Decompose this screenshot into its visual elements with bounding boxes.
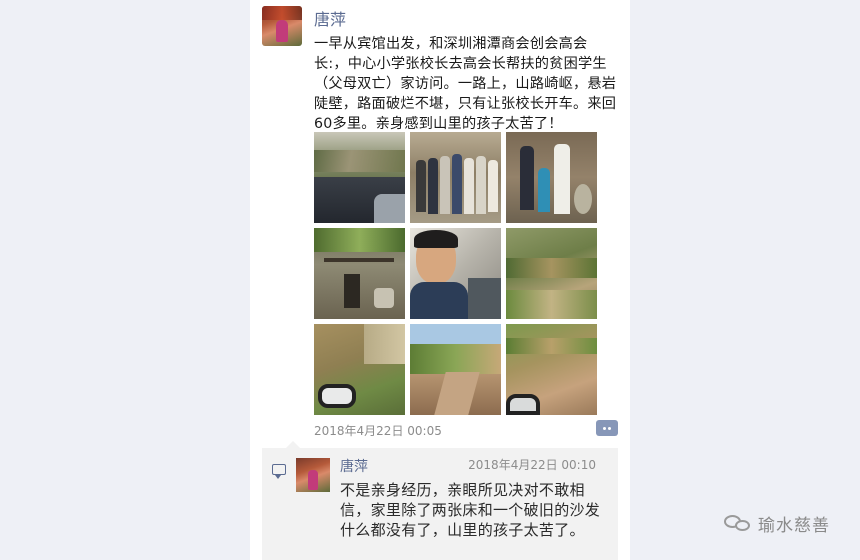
photo-man-driving[interactable] — [410, 228, 501, 319]
watermark: 瑜水慈善 — [724, 513, 830, 536]
post-text: 一早从宾馆出发，和深圳湘潭商会创会高会长:，中心小学张校长去高会长帮扶的贫困学生… — [314, 36, 617, 132]
photo-road-mirror[interactable] — [506, 324, 597, 415]
post-timestamp: 2018年4月22日 00:05 — [314, 424, 442, 438]
comment-bubble-icon — [272, 464, 286, 479]
comment-action-button[interactable] — [596, 420, 618, 436]
photo-mountain-road-from-car[interactable] — [314, 132, 405, 223]
photo-mountain-terraces[interactable] — [506, 228, 597, 319]
author-name[interactable]: 唐萍 — [314, 6, 346, 30]
photo-hillside-mirror[interactable] — [314, 324, 405, 415]
commenter-avatar[interactable] — [296, 458, 330, 492]
moments-post-card: 唐萍 一早从宾馆出发，和深圳湘潭商会创会高会长:，中心小学张校长去高会长帮扶的贫… — [250, 0, 630, 560]
wechat-icon — [724, 513, 752, 533]
photo-dirt-road[interactable] — [410, 324, 501, 415]
comment-time: 2018年4月22日 00:10 — [468, 458, 596, 472]
author-avatar[interactable] — [262, 6, 302, 46]
photo-old-house[interactable] — [314, 228, 405, 319]
commenter-name[interactable]: 唐萍 — [340, 456, 368, 476]
comment-text: 不是亲身经历，亲眼所见决对不敢相信，家里除了两张床和一个破旧的沙发什么都没有了，… — [340, 481, 601, 539]
photo-family-at-house[interactable] — [506, 132, 597, 223]
watermark-text: 瑜水慈善 — [758, 515, 830, 536]
photo-grid — [314, 132, 598, 415]
comment-section: 唐萍 2018年4月22日 00:10 不是亲身经历，亲眼所见决对不敢相信，家里… — [262, 441, 618, 560]
photo-group-of-people[interactable] — [410, 132, 501, 223]
